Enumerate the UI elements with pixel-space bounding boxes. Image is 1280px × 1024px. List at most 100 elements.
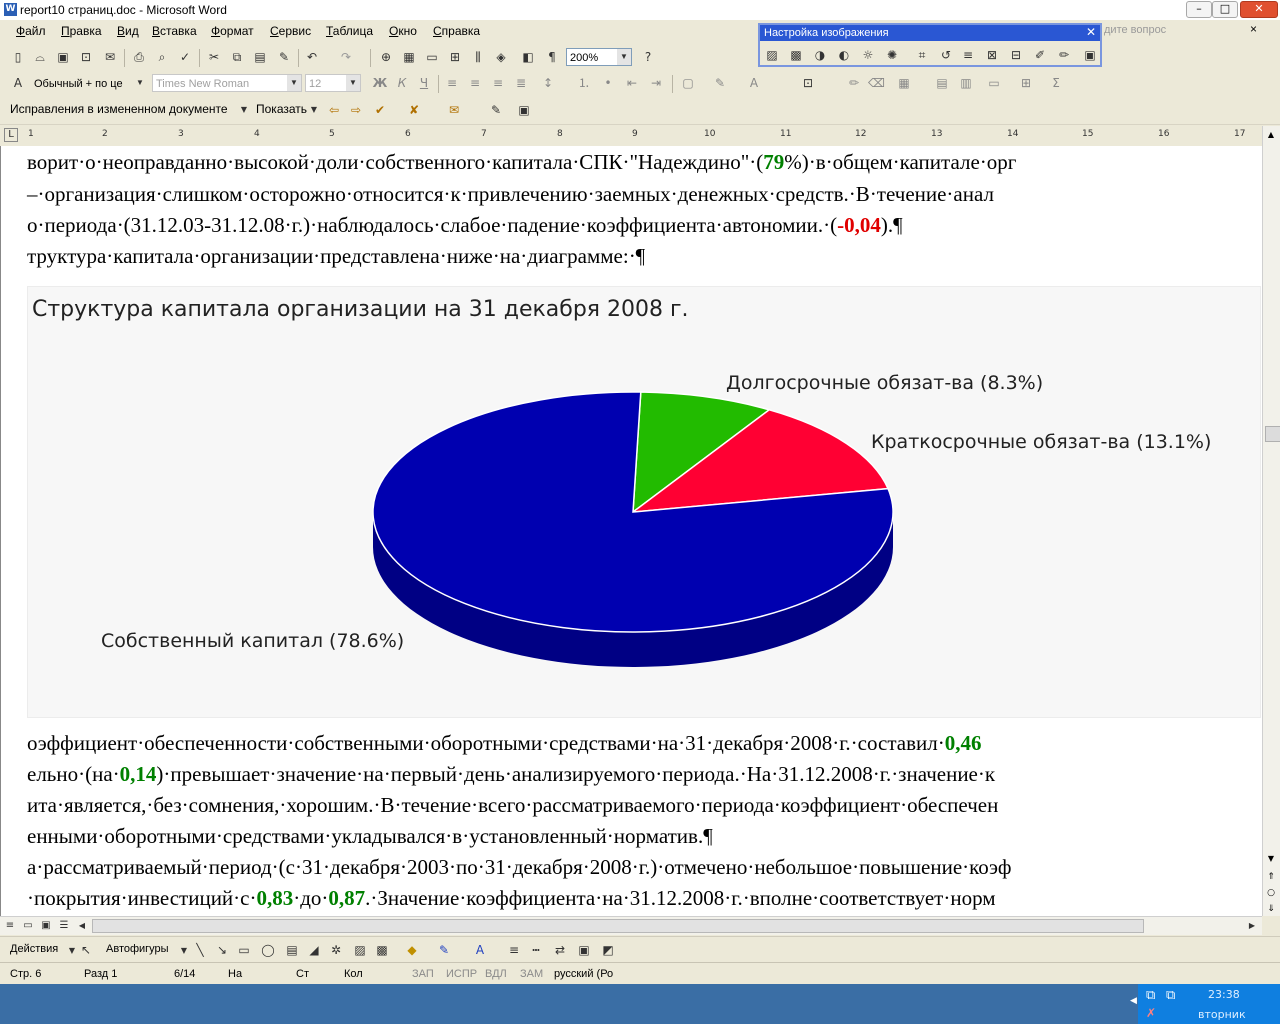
merge-cells-icon[interactable]: ▤: [934, 75, 950, 91]
line-style-icon[interactable]: ≡: [960, 47, 976, 63]
menu-tools[interactable]: Сервис: [270, 24, 311, 38]
font-size-combo[interactable]: 12 ▼: [305, 74, 361, 92]
close-button[interactable]: ✕: [1240, 1, 1278, 18]
clip-art-icon[interactable]: ▨: [352, 942, 368, 958]
hyperlink-icon[interactable]: ⊕: [378, 49, 394, 65]
highlight-icon[interactable]: ✎: [712, 75, 728, 91]
format-picture-icon[interactable]: ✐: [1032, 47, 1048, 63]
line-style-icon[interactable]: ≡: [506, 942, 522, 958]
align-right-icon[interactable]: ≡: [490, 75, 506, 91]
more-brightness-icon[interactable]: ☼: [860, 47, 876, 63]
accept-change-icon[interactable]: ✔: [372, 102, 388, 118]
permission-icon[interactable]: ⊡: [78, 49, 94, 65]
track-mode-combo[interactable]: Исправления в измененном документе: [10, 102, 228, 116]
line-spacing-icon[interactable]: ↕: [540, 75, 556, 91]
fill-color-icon[interactable]: ◆: [404, 942, 420, 958]
tray-expand-icon[interactable]: ◀: [1130, 996, 1137, 1006]
text-wrapping-icon[interactable]: ⊟: [1008, 47, 1024, 63]
spelling-icon[interactable]: ✓: [177, 49, 193, 65]
status-track-changes[interactable]: ИСПР: [446, 968, 477, 980]
print-layout-icon[interactable]: ▣: [38, 918, 54, 934]
word-app-icon[interactable]: W: [4, 3, 17, 16]
previous-change-icon[interactable]: ⇦: [326, 102, 342, 118]
cell-align-icon[interactable]: ▭: [986, 75, 1002, 91]
chevron-down-icon[interactable]: ▼: [306, 102, 322, 118]
justify-icon[interactable]: ≣: [513, 75, 529, 91]
menu-help[interactable]: Справка: [433, 24, 480, 38]
scroll-right-icon[interactable]: ▶: [1244, 918, 1260, 934]
undo-icon[interactable]: ↶: [304, 49, 320, 65]
tables-borders-icon[interactable]: ▦: [401, 49, 417, 65]
track-changes-icon[interactable]: ✎: [488, 102, 504, 118]
status-extend[interactable]: ВДЛ: [485, 968, 507, 980]
diagram-icon[interactable]: ✲: [328, 942, 344, 958]
menu-view[interactable]: Вид: [117, 24, 139, 38]
borders-icon[interactable]: ▢: [680, 75, 696, 91]
menu-table[interactable]: Таблица: [326, 24, 373, 38]
format-painter-icon[interactable]: ✎: [276, 49, 292, 65]
draw-actions-button[interactable]: Действия: [10, 943, 58, 955]
insert-table-icon[interactable]: ▭: [424, 49, 440, 65]
arrow-tool-icon[interactable]: ↘: [214, 942, 230, 958]
save-icon[interactable]: ▣: [55, 49, 71, 65]
previous-page-icon[interactable]: ⇑: [1264, 870, 1278, 884]
cut-icon[interactable]: ✂: [206, 49, 222, 65]
vertical-scroll-thumb[interactable]: [1265, 426, 1280, 442]
select-objects-icon[interactable]: ↖: [78, 942, 94, 958]
reset-picture-icon[interactable]: ▣: [1082, 47, 1098, 63]
menu-window[interactable]: Окно: [389, 24, 417, 38]
network-disconnected-icon[interactable]: ✗: [1146, 1006, 1156, 1020]
web-view-icon[interactable]: ▭: [20, 918, 36, 934]
chevron-down-icon[interactable]: ▼: [236, 102, 252, 118]
chevron-down-icon[interactable]: ▼: [133, 75, 147, 91]
arrow-style-icon[interactable]: ⇄: [552, 942, 568, 958]
menu-format[interactable]: Формат: [211, 24, 254, 38]
set-transparent-icon[interactable]: ✏: [1056, 47, 1072, 63]
crop-icon[interactable]: ⌗: [914, 47, 930, 63]
chevron-down-icon[interactable]: ▼: [346, 75, 360, 91]
scroll-left-icon[interactable]: ◀: [74, 918, 90, 934]
pencil-icon[interactable]: ✏: [846, 75, 862, 91]
chevron-down-icon[interactable]: ▼: [287, 75, 301, 91]
3d-style-icon[interactable]: ◩: [600, 942, 616, 958]
italic-button[interactable]: К: [394, 75, 410, 91]
menu-file[interactable]: Файл: [16, 24, 46, 38]
menu-edit[interactable]: Правка: [61, 24, 102, 38]
columns-icon[interactable]: ⫼: [470, 49, 486, 65]
align-left-icon[interactable]: ≡: [444, 75, 460, 91]
draw-table-icon[interactable]: ⊡: [800, 75, 816, 91]
next-page-icon[interactable]: ⇓: [1264, 902, 1278, 916]
compress-icon[interactable]: ⊠: [984, 47, 1000, 63]
eraser-icon[interactable]: ⌫: [868, 75, 885, 91]
autosum-icon[interactable]: Σ: [1048, 75, 1064, 91]
distribute-rows-icon[interactable]: ⊞: [1018, 75, 1034, 91]
style-combo[interactable]: Обычный + по це ▼: [30, 74, 148, 92]
split-cells-icon[interactable]: ▥: [958, 75, 974, 91]
dash-style-icon[interactable]: ┅: [528, 942, 544, 958]
document-map-icon[interactable]: ◧: [520, 49, 536, 65]
insert-comment-icon[interactable]: ✉: [446, 102, 462, 118]
document-page[interactable]: ворит·о·неоправданно·высокой·доли·собств…: [0, 146, 1263, 916]
reviewing-pane-icon[interactable]: ▣: [516, 102, 532, 118]
horizontal-scroll-thumb[interactable]: [92, 919, 1144, 933]
underline-button[interactable]: Ч: [416, 75, 432, 91]
redo-icon[interactable]: ↷: [338, 49, 354, 65]
drawing-icon[interactable]: ◈: [493, 49, 509, 65]
increase-indent-icon[interactable]: ⇥: [648, 75, 664, 91]
show-menu-button[interactable]: Показать: [256, 102, 307, 116]
less-brightness-icon[interactable]: ✺: [884, 47, 900, 63]
show-hide-icon[interactable]: ¶: [544, 49, 560, 65]
help-close-icon[interactable]: ×: [1250, 22, 1257, 36]
line-color-icon[interactable]: ✎: [436, 942, 452, 958]
text-box-icon[interactable]: ▤: [284, 942, 300, 958]
maximize-button[interactable]: □: [1212, 1, 1238, 18]
text-color-icon[interactable]: A: [472, 942, 488, 958]
line-tool-icon[interactable]: ╲: [192, 942, 208, 958]
new-document-icon[interactable]: ▯: [10, 49, 26, 65]
chevron-down-icon[interactable]: ▼: [176, 943, 192, 959]
reject-change-icon[interactable]: ✘: [406, 102, 422, 118]
oval-tool-icon[interactable]: ◯: [260, 942, 276, 958]
network-icon[interactable]: ⧉: [1146, 988, 1155, 1003]
color-icon[interactable]: ▩: [788, 47, 804, 63]
more-contrast-icon[interactable]: ◑: [812, 47, 828, 63]
